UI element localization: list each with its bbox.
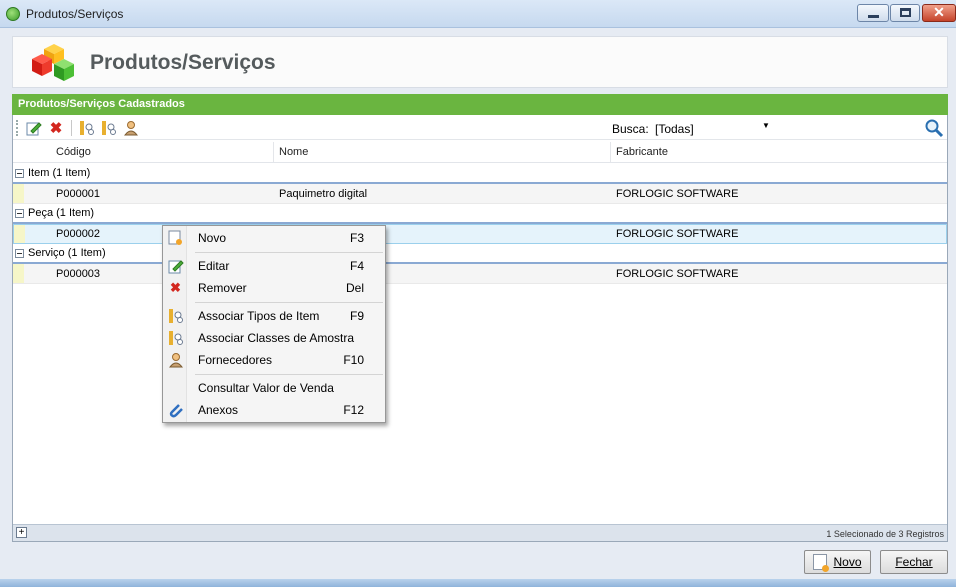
row-indicator [14,225,25,243]
new-document-icon [167,229,184,246]
menu-separator [195,302,383,303]
edit-icon [26,122,42,136]
user-icon [167,351,184,368]
window-bottom-edge [0,579,956,587]
menu-item-shortcut: F10 [343,353,364,367]
user-icon [123,121,139,136]
paperclip-icon [167,401,184,418]
cubes-logo-icon [32,44,74,81]
edit-icon [167,257,184,274]
search-label: Busca: [612,122,649,136]
search-input[interactable] [775,119,920,138]
novo-button-label: Novo [833,555,862,569]
panel-title: Produtos/Serviços Cadastrados [18,98,185,110]
group-label: Peça (1 Item) [28,207,95,219]
delete-icon: ✖ [49,120,63,137]
row-indicator [13,264,24,283]
group-row-item[interactable]: Item (1 Item) [13,164,947,184]
associate-icon [167,307,184,324]
minimize-icon [868,15,879,18]
menu-item-associar-tipos[interactable]: Associar Tipos de Item F9 [164,305,384,326]
remove-toolbar-button[interactable]: ✖ [47,119,65,137]
search-button[interactable] [924,118,944,138]
menu-item-label: Associar Classes de Amostra [198,331,355,345]
column-header-nome[interactable]: Nome [279,146,308,158]
cell-codigo: P000001 [56,188,101,200]
app-icon [6,7,20,21]
window-title: Produtos/Serviços [26,7,124,21]
new-document-icon [813,554,830,572]
cell-nome: Paquimetro digital [279,188,368,200]
cell-codigo: P000002 [56,228,101,240]
menu-item-shortcut: F9 [349,309,364,323]
status-text: 1 Selecionado de 3 Registros [826,529,944,539]
cell-fabricante: FORLOGIC SOFTWARE [616,268,739,280]
group-row-peca[interactable]: Peça (1 Item) [13,204,947,224]
page-title: Produtos/Serviços [90,51,276,74]
toolbar-grip[interactable] [16,120,18,136]
toolbar-separator [71,120,72,136]
fechar-button-label: Fechar [895,555,933,569]
column-header-row [13,141,947,163]
menu-item-label: Associar Tipos de Item [198,309,320,323]
suppliers-toolbar-button[interactable] [122,119,140,137]
maximize-button[interactable] [890,4,920,22]
dropdown-arrow-icon[interactable]: ▼ [762,121,770,130]
menu-item-label: Fornecedores [198,353,273,367]
menu-item-anexos[interactable]: Anexos F12 [164,399,384,420]
search-icon [925,119,944,138]
associate-sample-classes-toolbar-button[interactable] [100,119,118,137]
table-row-selected[interactable]: P000002 FORLOGIC SOFTWARE [13,224,947,244]
delete-icon: ✖ [170,279,181,295]
associate-icon [102,121,116,135]
column-divider[interactable] [610,142,611,162]
close-button[interactable]: ✕ [922,4,956,22]
column-header-codigo[interactable]: Código [56,146,91,158]
group-row-servico[interactable]: Serviço (1 Item) [13,244,947,264]
cell-codigo: P000003 [56,268,101,280]
associate-item-types-toolbar-button[interactable] [78,119,96,137]
novo-button[interactable]: Novo [804,550,871,574]
menu-separator [195,374,383,375]
column-divider[interactable] [273,142,274,162]
group-label: Serviço (1 Item) [28,247,106,259]
associate-icon [167,329,184,346]
search-scope-select[interactable]: [Todas] [650,119,772,138]
group-label: Item (1 Item) [28,167,91,179]
column-header-fabricante[interactable]: Fabricante [616,146,668,158]
menu-item-remover[interactable]: ✖ Remover Del [164,277,384,298]
associate-icon [80,121,94,135]
collapse-icon[interactable] [15,209,24,218]
menu-item-shortcut: F12 [343,403,364,417]
menu-item-novo[interactable]: Novo F3 [164,227,384,248]
menu-item-shortcut: F4 [349,259,364,273]
grid-footer [13,524,947,541]
cell-fabricante: FORLOGIC SOFTWARE [616,228,739,240]
menu-item-label: Novo [198,231,227,245]
menu-item-associar-classes[interactable]: Associar Classes de Amostra [164,327,384,348]
minimize-button[interactable] [857,4,889,22]
edit-toolbar-button[interactable] [25,119,43,137]
expand-all-icon[interactable]: + [16,527,27,538]
menu-item-fornecedores[interactable]: Fornecedores F10 [164,349,384,370]
menu-item-consultar-valor[interactable]: Consultar Valor de Venda [164,377,384,398]
menu-separator [195,252,383,253]
row-indicator [13,184,24,203]
menu-item-label: Anexos [198,403,239,417]
menu-item-label: Remover [198,281,247,295]
collapse-icon[interactable] [15,169,24,178]
maximize-icon [900,8,911,17]
menu-item-label: Editar [198,259,230,273]
title-bar [0,0,956,28]
cell-fabricante: FORLOGIC SOFTWARE [616,188,739,200]
fechar-button[interactable]: Fechar [880,550,948,574]
menu-item-editar[interactable]: Editar F4 [164,255,384,276]
table-row[interactable]: P000001 Paquimetro digital FORLOGIC SOFT… [13,184,947,204]
menu-item-shortcut: F3 [349,231,364,245]
menu-item-label: Consultar Valor de Venda [198,381,334,395]
collapse-icon[interactable] [15,249,24,258]
menu-item-shortcut: Del [345,281,364,295]
table-row[interactable]: P000003 FORLOGIC SOFTWARE [13,264,947,284]
close-icon: ✕ [933,4,945,20]
